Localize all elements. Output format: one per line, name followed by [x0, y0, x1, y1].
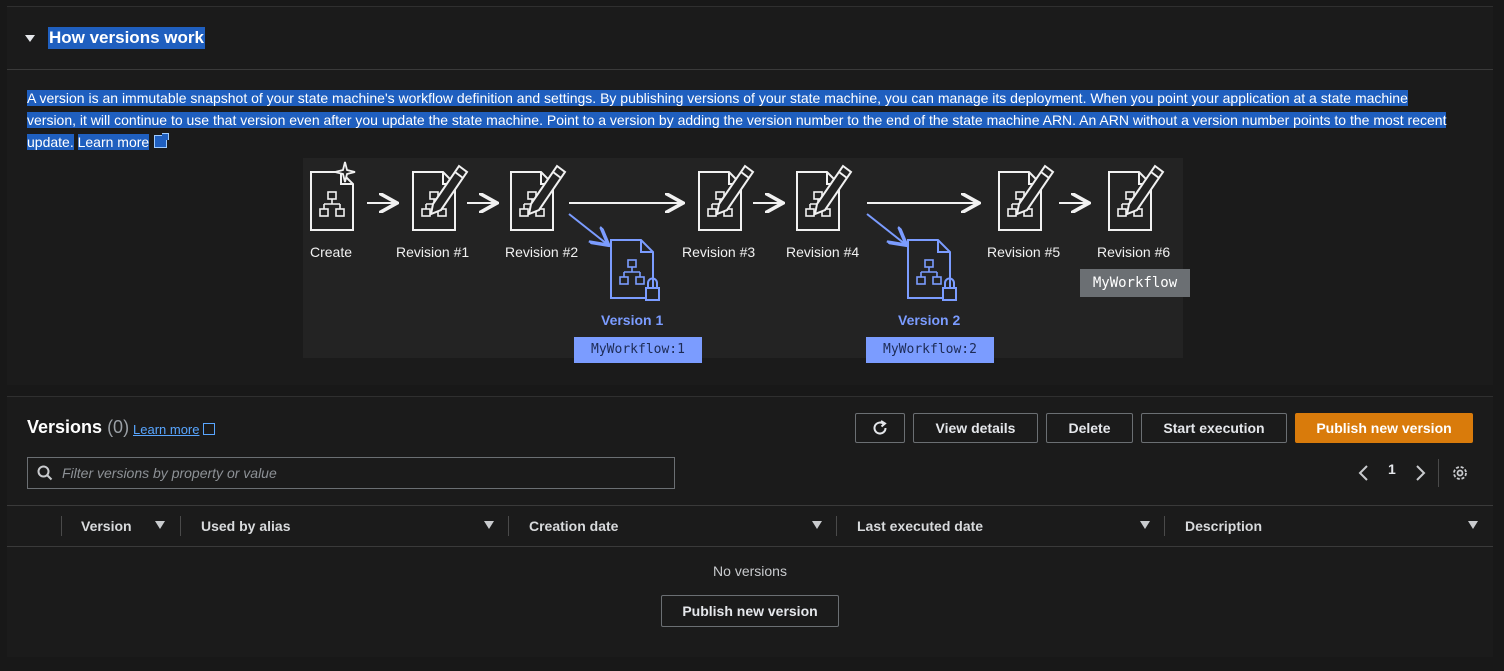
how-versions-expander[interactable]: How versions work	[25, 25, 205, 51]
column-last-executed-date[interactable]: Last executed date	[857, 506, 983, 546]
versions-title: Versions	[27, 417, 103, 437]
search-icon	[37, 465, 53, 481]
pager-divider	[1438, 459, 1439, 487]
description-text: A version is an immutable snapshot of yo…	[27, 90, 1447, 150]
version-2-alias-badge: MyWorkflow:2	[866, 337, 994, 363]
column-separator	[1164, 516, 1165, 536]
page-number[interactable]: 1	[1388, 461, 1396, 477]
column-separator	[508, 516, 509, 536]
versions-learn-more-text[interactable]: Learn more	[133, 422, 199, 437]
versions-diagram: Create Revision #1 Revision #2 Revision …	[303, 158, 1190, 363]
sort-icon[interactable]	[812, 521, 822, 529]
column-separator	[61, 516, 62, 536]
sort-icon[interactable]	[1140, 521, 1150, 529]
publish-new-version-button[interactable]: Publish new version	[1295, 413, 1473, 443]
column-version[interactable]: Version	[81, 506, 132, 546]
sort-icon[interactable]	[484, 521, 494, 529]
delete-button[interactable]: Delete	[1046, 413, 1133, 443]
versions-learn-more[interactable]: Learn more	[133, 422, 216, 437]
versions-panel: Versions (0) Learn more View details Del…	[7, 396, 1493, 657]
node-label-revision-3: Revision #3	[682, 244, 756, 260]
sort-icon[interactable]	[1468, 521, 1478, 529]
empty-publish-new-version-button[interactable]: Publish new version	[661, 595, 839, 627]
node-label-revision-6: Revision #6	[1097, 244, 1171, 260]
node-label-revision-5: Revision #5	[987, 244, 1061, 260]
sort-desc-icon[interactable]	[155, 521, 165, 529]
versions-count: (0)	[107, 417, 130, 437]
versions-table-header: Version Used by alias Creation date Last…	[7, 505, 1493, 547]
search-input[interactable]	[60, 464, 664, 482]
versions-search[interactable]	[27, 457, 675, 489]
start-execution-button[interactable]: Start execution	[1141, 413, 1287, 443]
create-doc-icon	[310, 171, 354, 231]
chevron-right-icon[interactable]	[1413, 464, 1427, 482]
column-used-by-alias[interactable]: Used by alias	[201, 506, 291, 546]
description-learn-more-link[interactable]: Learn more	[77, 134, 150, 150]
current-alias-badge: MyWorkflow	[1080, 269, 1190, 297]
versions-heading: Versions (0)	[27, 417, 129, 438]
view-details-button[interactable]: View details	[913, 413, 1038, 443]
column-description[interactable]: Description	[1185, 506, 1262, 546]
how-versions-description: A version is an immutable snapshot of yo…	[27, 87, 1457, 153]
external-link-icon	[203, 423, 216, 435]
empty-state-text: No versions	[713, 563, 787, 579]
version-1-label: Version 1	[601, 312, 664, 328]
node-label-revision-1: Revision #1	[396, 244, 470, 260]
node-label-create: Create	[310, 244, 353, 260]
version-2-label: Version 2	[898, 312, 961, 328]
how-versions-title: How versions work	[48, 27, 205, 49]
external-link-icon	[154, 133, 170, 148]
version-1-alias-badge: MyWorkflow:1	[574, 337, 702, 363]
column-separator	[836, 516, 837, 536]
caret-down-icon[interactable]	[25, 34, 35, 42]
refresh-icon	[873, 420, 887, 435]
column-separator	[180, 516, 181, 536]
node-label-revision-4: Revision #4	[786, 244, 860, 260]
settings-gear-icon[interactable]	[1451, 464, 1469, 482]
chevron-left-icon[interactable]	[1357, 464, 1371, 482]
refresh-button[interactable]	[855, 413, 905, 443]
section-divider	[7, 69, 1493, 70]
column-creation-date[interactable]: Creation date	[529, 506, 618, 546]
node-label-revision-2: Revision #2	[505, 244, 579, 260]
